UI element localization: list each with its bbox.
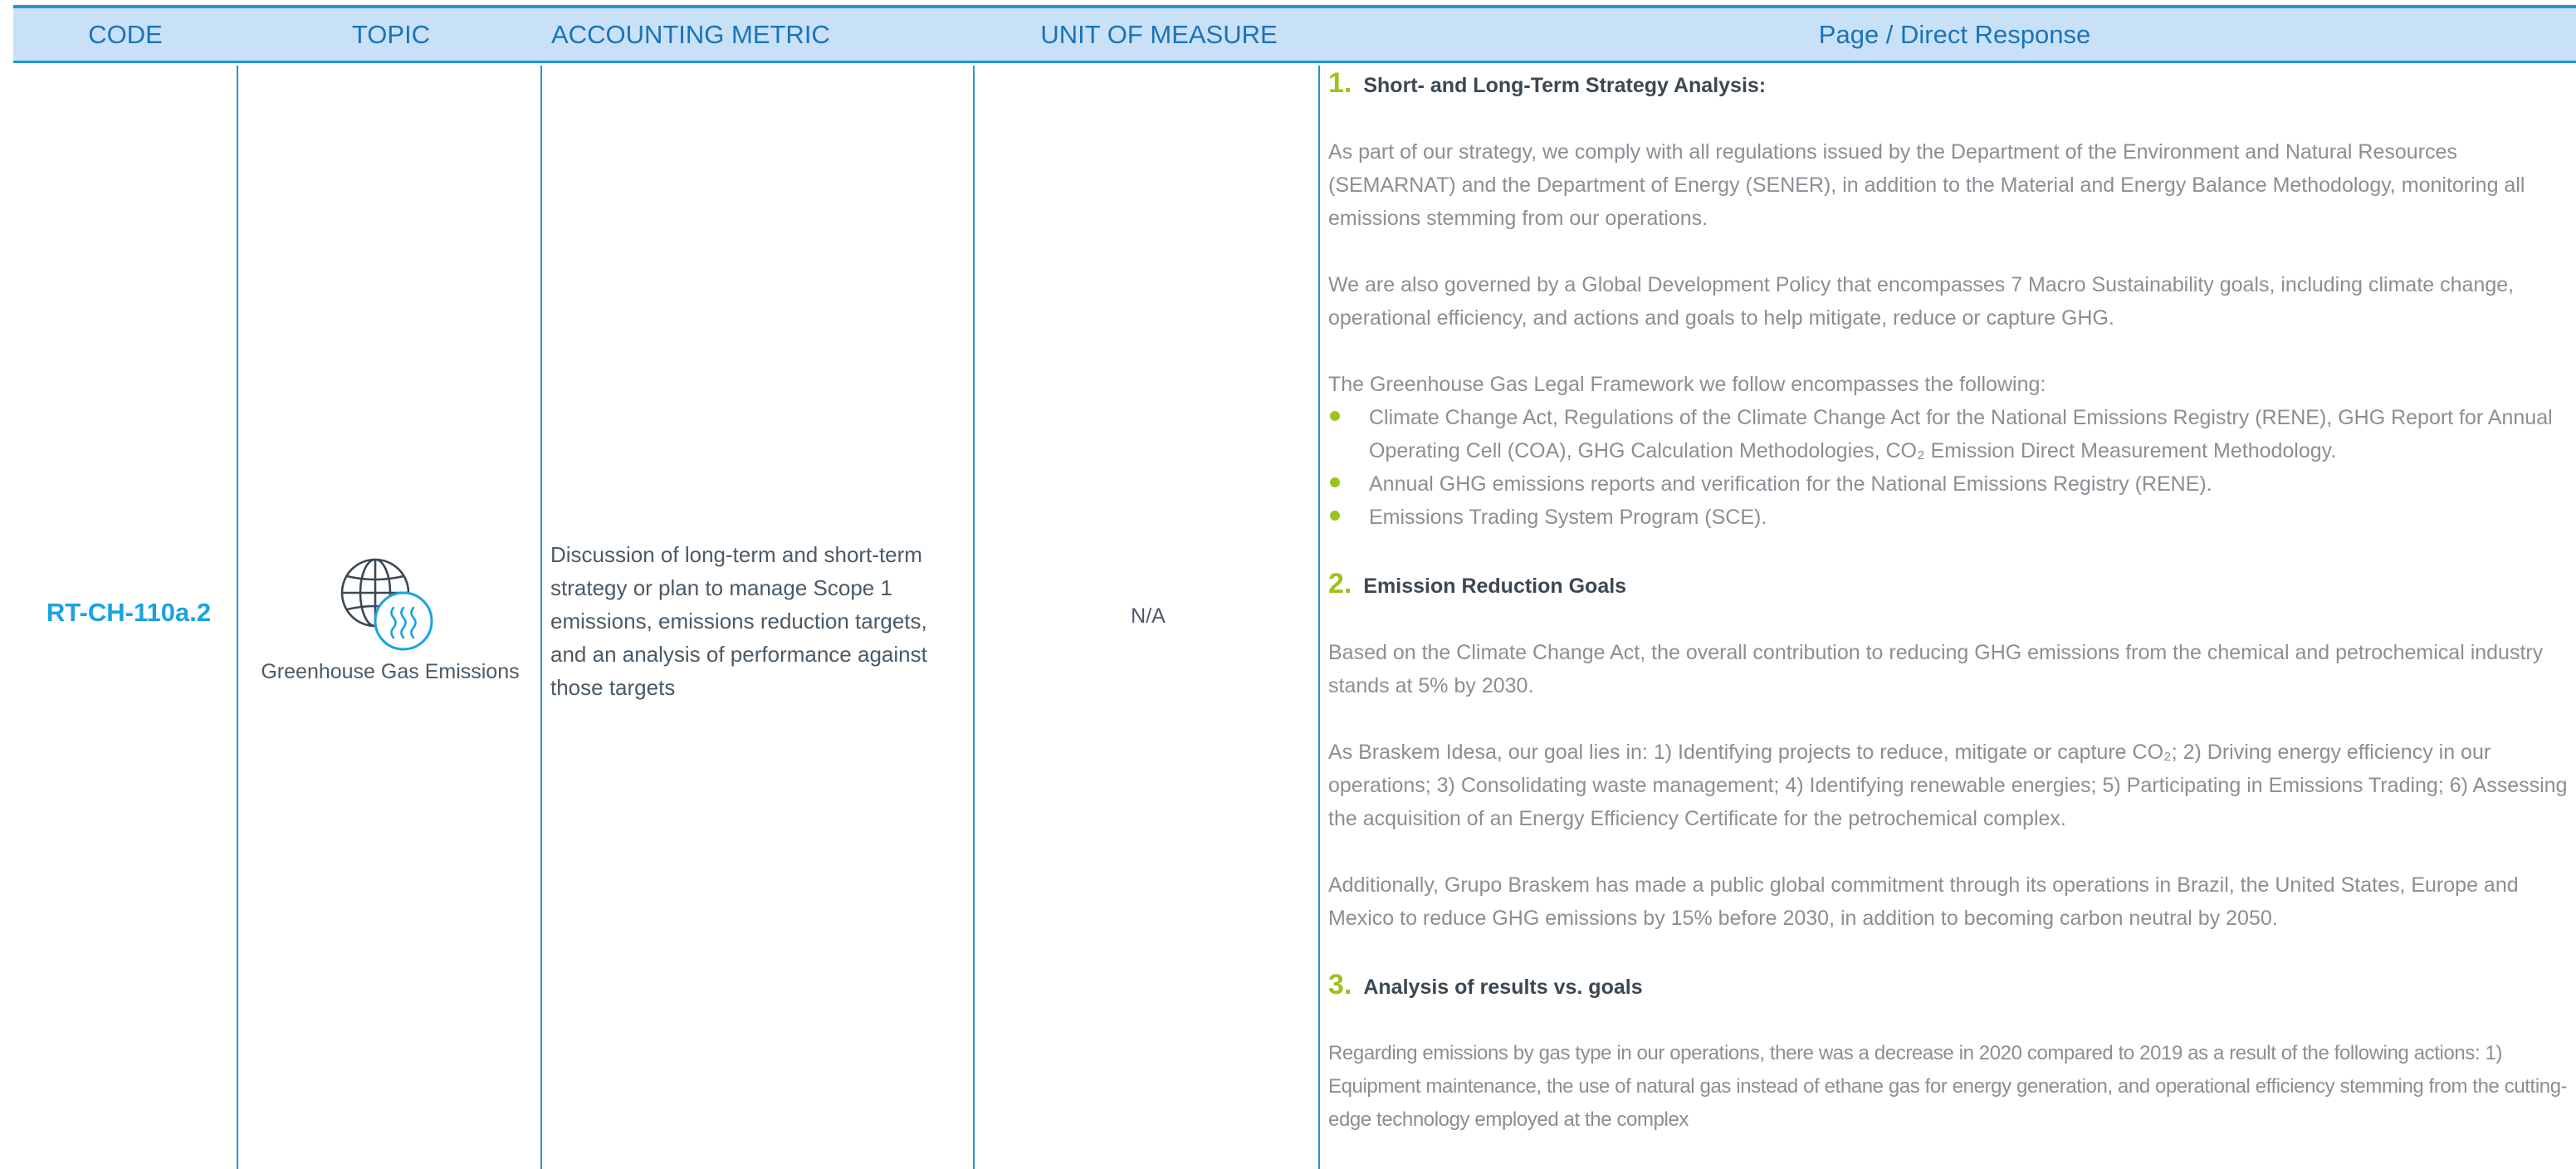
header-topic: TOPIC (351, 19, 431, 49)
paragraph: As part of our strategy, we comply with … (1328, 140, 2525, 230)
section-title: Emission Reduction Goals (1363, 575, 1627, 598)
section-heading: 2. Emission Reduction Goals (1328, 567, 2569, 603)
direct-response: 1. Short- and Long-Term Strategy Analysi… (1328, 66, 2569, 1169)
bullet-list: Climate Change Act, Regulations of the C… (1328, 401, 2569, 534)
metric-code: RT-CH-110a.2 (46, 598, 212, 627)
paragraph: We are also governed by a Global Develop… (1328, 273, 2515, 330)
column-divider (973, 66, 975, 1169)
header-code: CODE (88, 19, 163, 49)
paragraph: As Braskem Idesa, our goal lies in: 1) I… (1328, 741, 2568, 830)
header-page-direct-response: Page / Direct Response (1818, 19, 2091, 49)
paragraph: The Greenhouse Gas Legal Framework we fo… (1328, 373, 2046, 396)
paragraph: Additionally, Grupo Braskem has made a p… (1328, 873, 2519, 930)
paragraph: Regarding emissions by gas type in our o… (1328, 1042, 2568, 1131)
unit-of-measure-value: N/A (1131, 604, 1166, 628)
column-divider (1318, 66, 1320, 1169)
section-title: Short- and Long-Term Strategy Analysis: (1363, 74, 1767, 97)
header-accounting-metric: ACCOUNTING METRIC (551, 19, 830, 49)
paragraph: Based on the Climate Change Act, the ove… (1328, 641, 2544, 697)
list-item: Annual GHG emissions reports and verific… (1328, 467, 2569, 501)
section-heading: 3. Analysis of results vs. goals (1328, 968, 2569, 1004)
section-number: 1. (1328, 67, 1352, 99)
section-title: Analysis of results vs. goals (1363, 976, 1643, 999)
list-item: Climate Change Act, Regulations of the C… (1328, 401, 2569, 467)
header-unit-of-measure: UNIT OF MEASURE (1040, 19, 1278, 49)
section-heading: 1. Short- and Long-Term Strategy Analysi… (1328, 66, 2569, 102)
list-item: Emissions Trading System Program (SCE). (1328, 501, 2569, 534)
column-divider (540, 66, 542, 1169)
accounting-metric-text: Discussion of long-term and short-term s… (550, 542, 927, 700)
section-number: 3. (1328, 969, 1352, 1000)
section-number: 2. (1328, 568, 1352, 599)
column-divider (237, 66, 238, 1169)
topic-label: Greenhouse Gas Emissions (261, 660, 520, 683)
table-header: CODE TOPIC ACCOUNTING METRIC UNIT OF MEA… (13, 5, 2576, 63)
greenhouse-gas-globe-icon (340, 558, 433, 651)
